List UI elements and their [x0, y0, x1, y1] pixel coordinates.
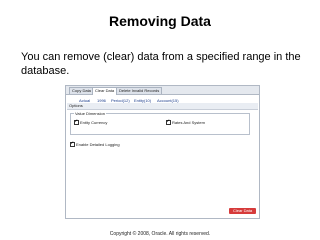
tab-copy-data[interactable]: Copy Data [69, 87, 94, 94]
enable-detailed-logging-label: Enable Detailed Logging [76, 142, 120, 147]
rates-and-system-label: Rates And System [172, 120, 205, 125]
check-icon: ✔ [74, 118, 78, 124]
clear-data-window: Copy Data Clear Data Delete Invalid Reco… [65, 85, 260, 219]
tab-delete-invalid-records[interactable]: Delete Invalid Records [116, 87, 163, 94]
slide-title: Removing Data [109, 13, 211, 29]
checkbox-box[interactable]: ✔ [70, 140, 75, 148]
checkbox-box[interactable]: ✔ [166, 118, 171, 126]
checkbox-box[interactable]: ✔ [74, 118, 79, 126]
enable-detailed-logging-checkbox[interactable]: ✔ Enable Detailed Logging [70, 140, 120, 148]
clear-data-button[interactable]: Clear Data [229, 208, 256, 214]
value-dimension-group: Value Dimension ✔ Entity Currency ✔ Rates … [70, 111, 250, 135]
tab-bar: Copy Data Clear Data Delete Invalid Reco… [66, 86, 259, 95]
slide-body-text: You can remove (clear) data from a speci… [21, 51, 301, 77]
rates-and-system-checkbox[interactable]: ✔ Rates And System [166, 118, 205, 126]
copyright-footer: Copyright © 2008, Oracle. All rights res… [109, 231, 211, 237]
value-dimension-legend: Value Dimension [74, 111, 106, 116]
check-icon: ✔ [166, 118, 170, 124]
check-icon: ✔ [70, 140, 74, 146]
options-header: Options [67, 103, 258, 110]
tab-clear-data[interactable]: Clear Data [92, 87, 118, 95]
entity-currency-label: Entity Currency [80, 120, 108, 125]
entity-currency-checkbox[interactable]: ✔ Entity Currency [74, 118, 108, 126]
